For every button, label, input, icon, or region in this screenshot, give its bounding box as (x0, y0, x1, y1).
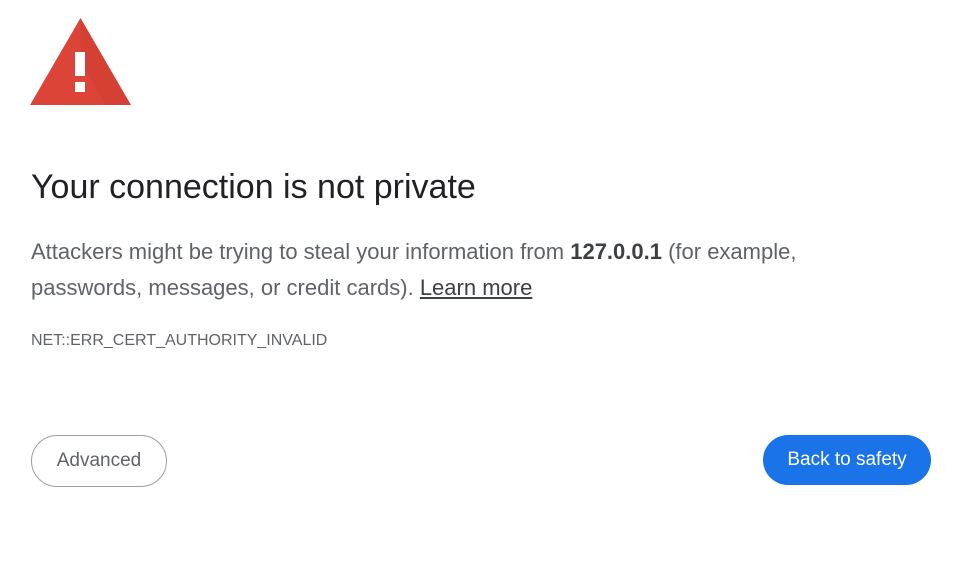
explanation-text: Attackers might be trying to steal your … (31, 234, 861, 306)
warning-icon (30, 18, 131, 105)
advanced-button[interactable]: Advanced (31, 435, 167, 487)
learn-more-link[interactable]: Learn more (420, 275, 533, 300)
explanation-before: Attackers might be trying to steal your … (31, 239, 571, 264)
page-title: Your connection is not private (31, 168, 476, 206)
error-code: NET::ERR_CERT_AUTHORITY_INVALID (31, 332, 328, 349)
back-to-safety-button[interactable]: Back to safety (763, 435, 931, 485)
host-address: 127.0.0.1 (570, 239, 662, 264)
